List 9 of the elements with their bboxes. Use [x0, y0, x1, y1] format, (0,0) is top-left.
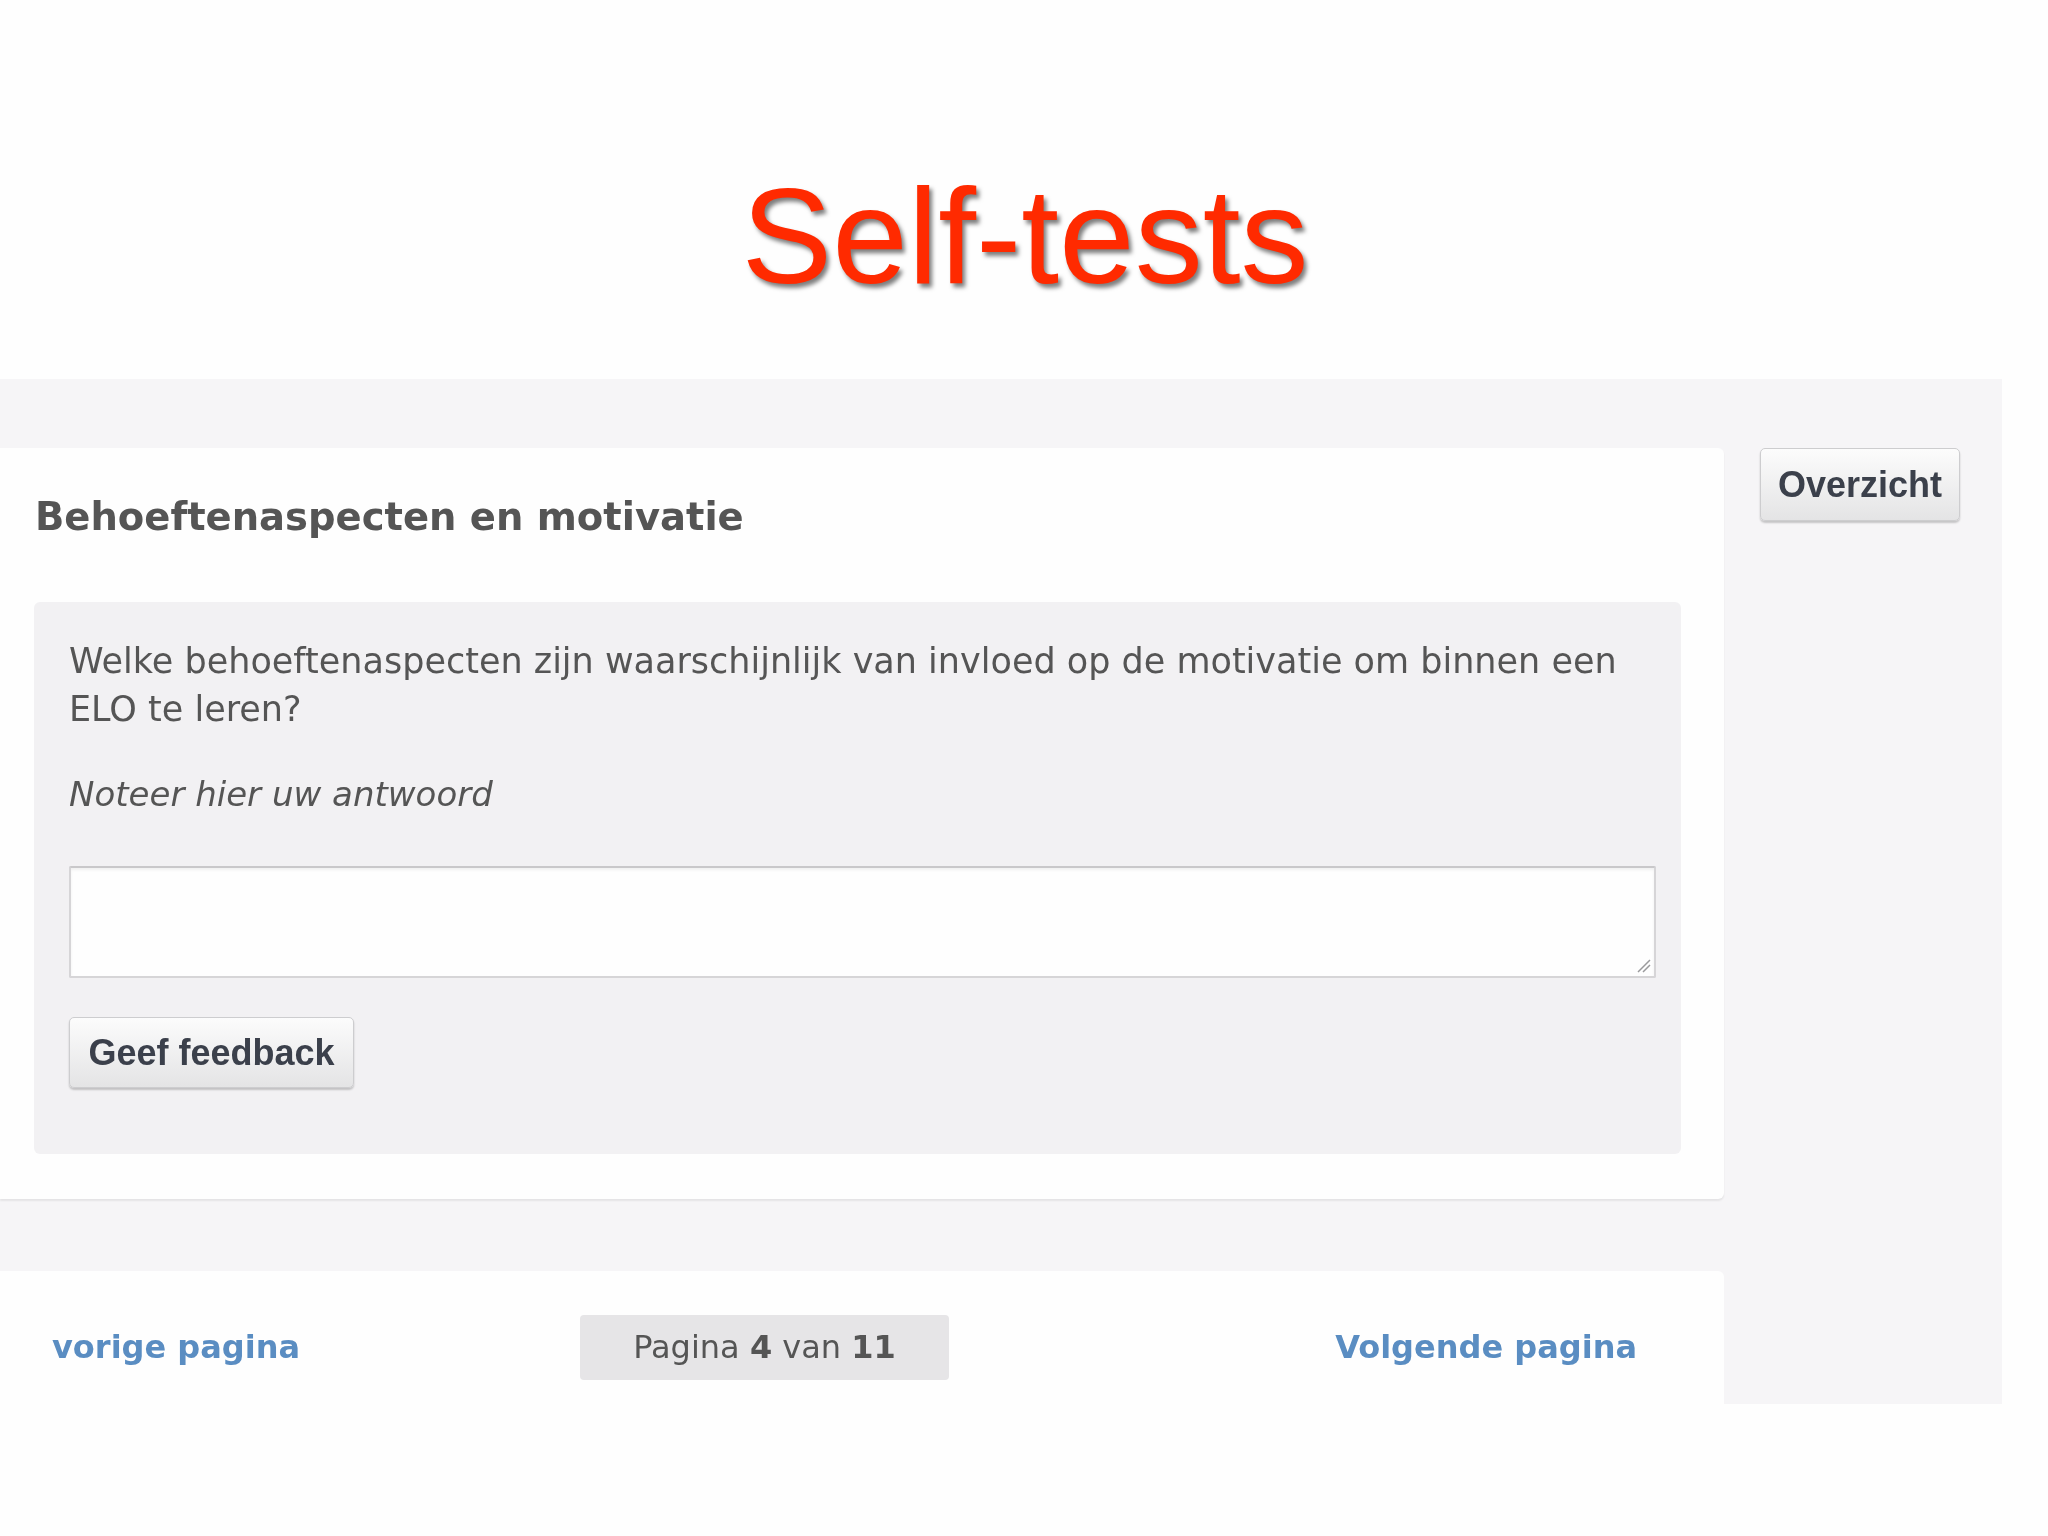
section-title: Behoeftenaspecten en motivatie — [35, 494, 744, 540]
slide-title: Self-tests — [741, 168, 1309, 304]
answer-field[interactable] — [69, 866, 1656, 978]
page-indicator: Pagina 4 van 11 — [580, 1314, 949, 1380]
answer-prompt: Noteer hier uw antwoord — [69, 773, 493, 815]
question-text: Welke behoeftenaspecten zijn waarschijnlijk van invloed op de motivatie om binnen een ELO te leren? — [69, 640, 1618, 731]
feedback-button[interactable]: Geef feedback — [69, 1017, 354, 1088]
resize-grip-icon[interactable] — [1637, 959, 1651, 973]
overview-button[interactable]: Overzicht — [1760, 448, 1960, 521]
